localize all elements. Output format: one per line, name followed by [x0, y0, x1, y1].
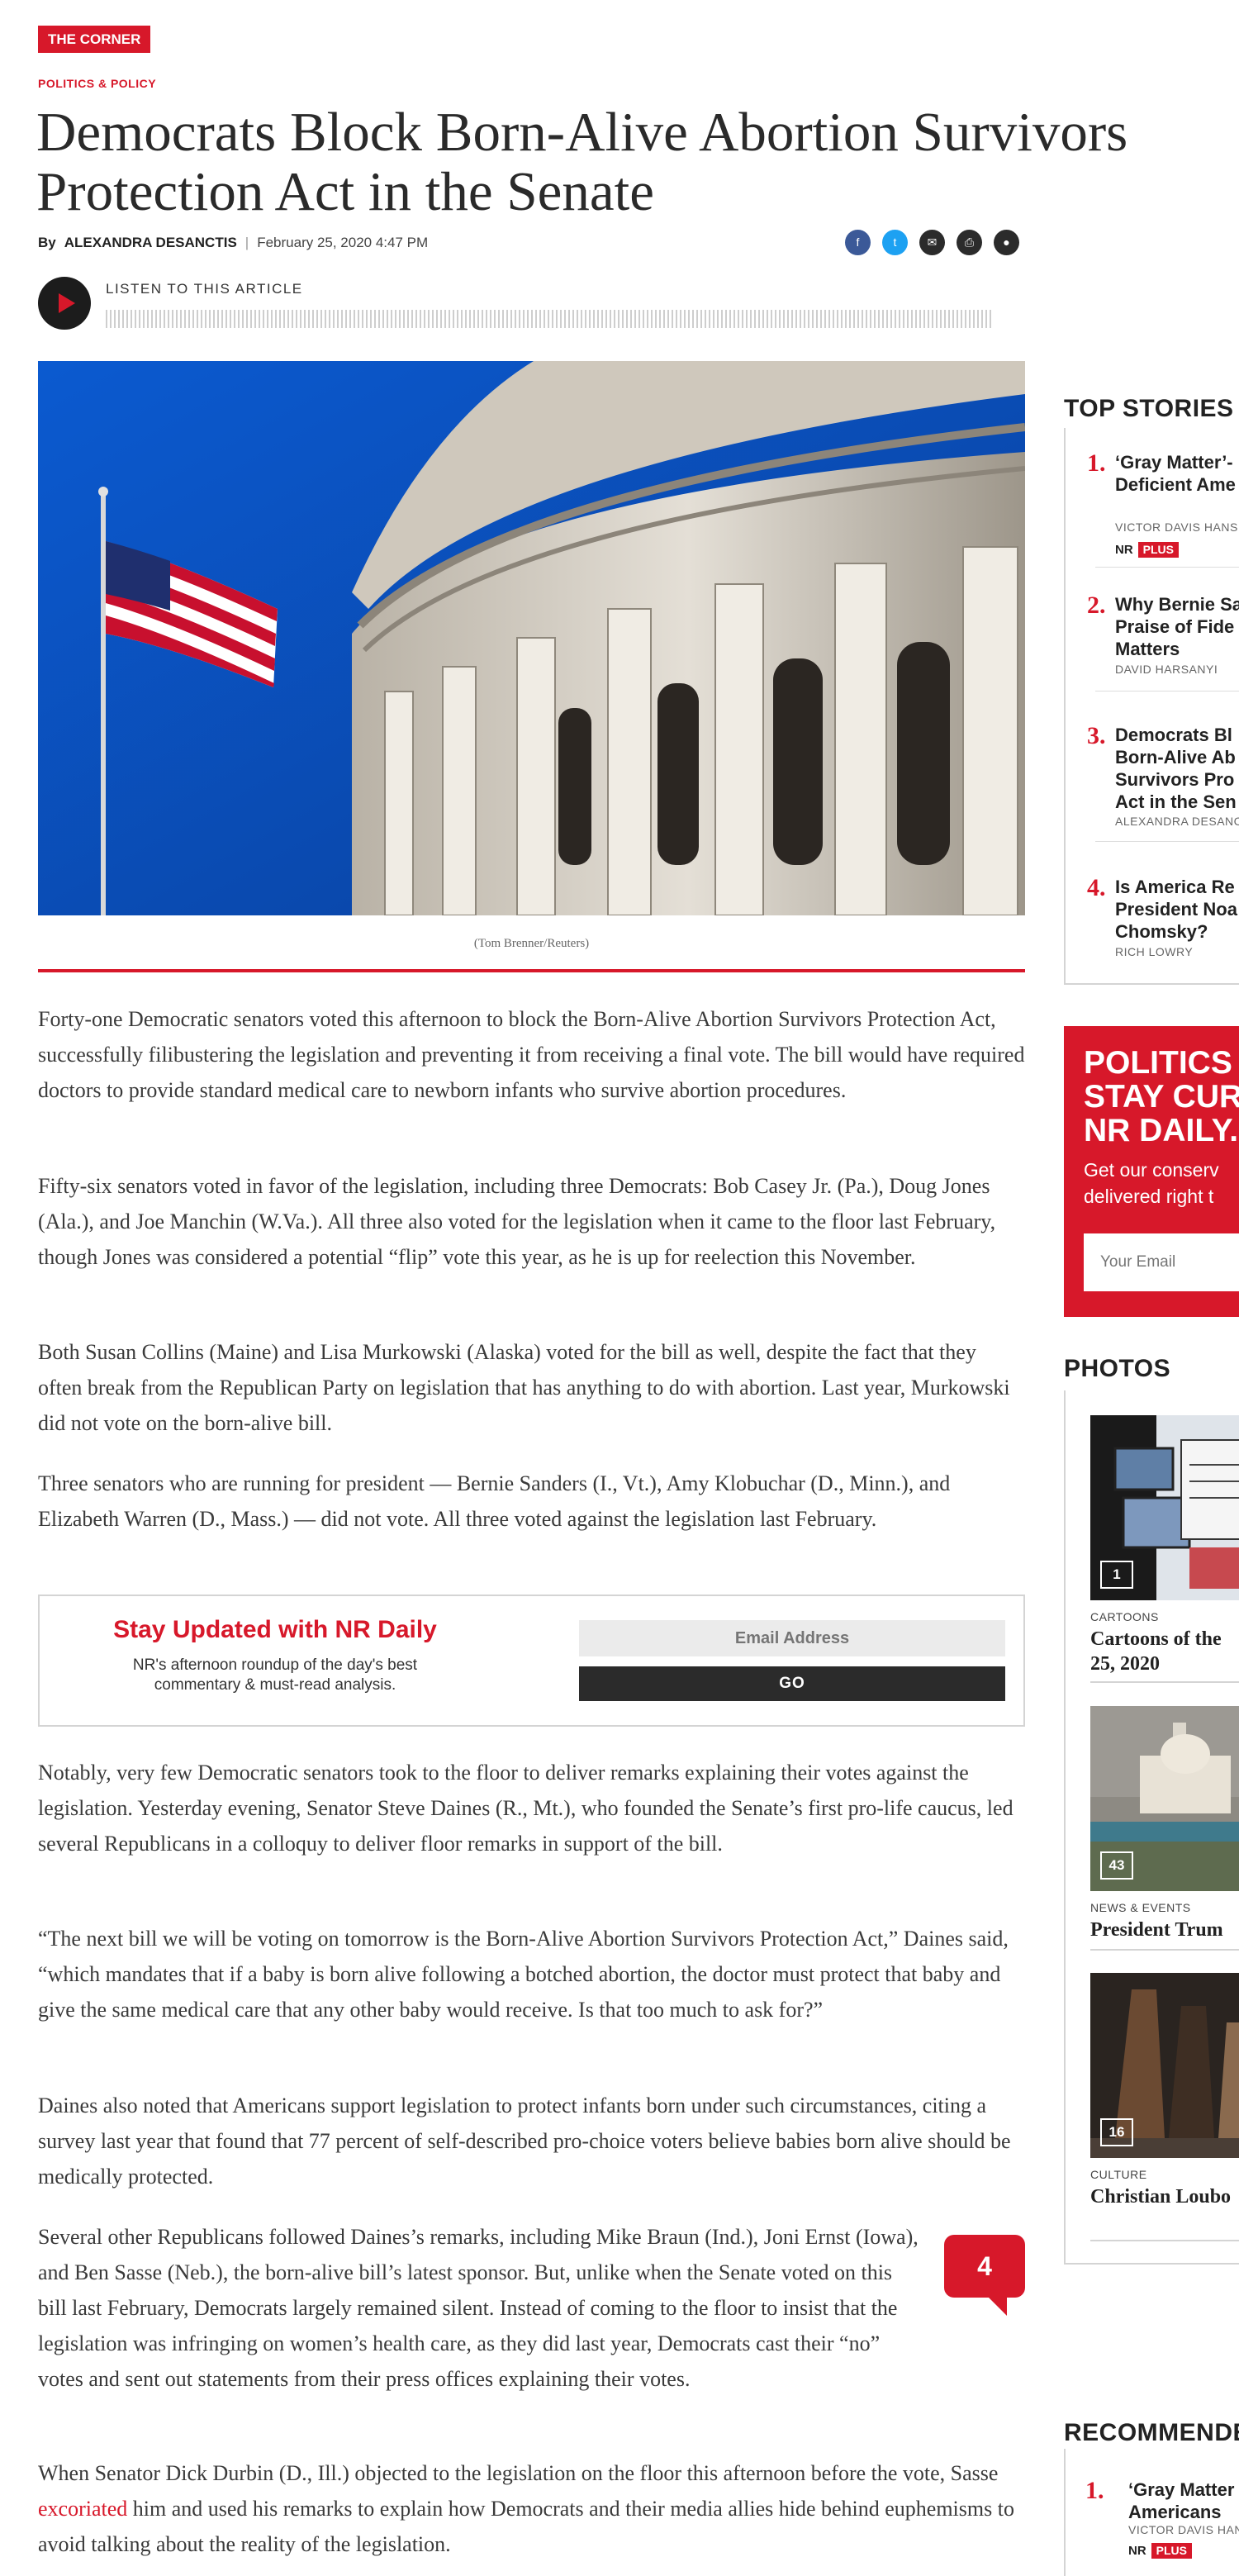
- excoriated-link[interactable]: excoriated: [38, 2497, 127, 2521]
- story-author[interactable]: ALEXANDRA DESANC: [1115, 815, 1239, 828]
- audio-waveform[interactable]: [106, 310, 994, 328]
- divider: [38, 969, 1025, 972]
- story-number: 3.: [1087, 722, 1106, 749]
- byline-by: By: [38, 235, 56, 250]
- photo-title[interactable]: President Trum: [1090, 1918, 1239, 1942]
- article-paragraph: Both Susan Collins (Maine) and Lisa Murk…: [38, 1340, 1010, 1435]
- divider: [1090, 1681, 1239, 1683]
- article-paragraph: Forty-one Democratic senators voted this…: [38, 1007, 1025, 1102]
- nr-plus-badge: NR PLUS: [1128, 2543, 1193, 2559]
- article-paragraph: Several other Republicans followed Daine…: [38, 2225, 919, 2391]
- article-paragraph: “The next bill we will be voting on tomo…: [38, 1927, 1009, 2022]
- image-caption: (Tom Brenner/Reuters): [473, 937, 590, 950]
- article-paragraph: Fifty-six senators voted in favor of the…: [38, 1174, 996, 1269]
- top-stories-list: 1. ‘Gray Matter’- Deficient Ame VICTOR D…: [1064, 428, 1239, 985]
- photo-title[interactable]: Christian Loubo: [1090, 2184, 1239, 2209]
- hero-image-capitol: [38, 361, 1025, 915]
- story-number: 2.: [1087, 592, 1106, 619]
- story-author[interactable]: VICTOR DAVIS HANS: [1115, 520, 1238, 534]
- photos-list: 1 CARTOONS Cartoons of the 25, 2020 43 N…: [1064, 1390, 1239, 2265]
- email-address-input[interactable]: [579, 1620, 1005, 1656]
- nr-plus-badge: NR PLUS: [1115, 542, 1180, 558]
- facebook-icon[interactable]: f: [845, 230, 871, 255]
- promo-title: POLITICS H STAY CURR NR DAILY.: [1084, 1045, 1239, 1148]
- article-paragraph: Notably, very few Democratic senators to…: [38, 1761, 1014, 1856]
- newsletter-signup-box: Stay Updated with NR Daily NR's afternoo…: [38, 1595, 1025, 1727]
- comment-icon[interactable]: ●: [994, 230, 1019, 255]
- listen-label: LISTEN TO THIS ARTICLE: [106, 281, 303, 297]
- story-number: 1.: [1087, 449, 1106, 477]
- story-title[interactable]: Democrats Bl Born-Alive Ab Survivors Pro…: [1115, 724, 1239, 813]
- promo-email-input[interactable]: [1084, 1233, 1239, 1291]
- article-headline: Democrats Block Born-Alive Abortion Surv…: [36, 102, 1128, 222]
- promo-subtitle: Get our conserv delivered right t: [1084, 1159, 1219, 1207]
- play-audio-button[interactable]: [38, 277, 91, 330]
- newsletter-go-button[interactable]: GO: [579, 1666, 1005, 1701]
- photo-count-badge: 43: [1100, 1851, 1133, 1880]
- story-number: 4.: [1087, 874, 1106, 901]
- photo-count-badge: 16: [1100, 2118, 1133, 2146]
- nr-daily-promo: POLITICS H STAY CURR NR DAILY. Get our c…: [1064, 1026, 1239, 1317]
- divider: [1095, 691, 1239, 692]
- top-stories-heading: TOP STORIES: [1064, 395, 1234, 422]
- photo-category[interactable]: NEWS & EVENTS: [1090, 1901, 1191, 1914]
- divider: [1095, 567, 1239, 568]
- email-icon[interactable]: ✉: [919, 230, 945, 255]
- share-bar: f t ✉ ⎙ ●: [845, 230, 1019, 255]
- photo-category[interactable]: CULTURE: [1090, 2168, 1147, 2181]
- recommended-heading: RECOMMENDE: [1064, 2419, 1239, 2446]
- nr-label: NR: [1115, 543, 1133, 557]
- recommended-list: 1. ‘Gray Matter Americans VICTOR DAVIS H…: [1064, 2449, 1239, 2576]
- paragraph-text: When Senator Dick Durbin (D., Ill.) obje…: [38, 2461, 999, 2485]
- divider: [1095, 841, 1239, 842]
- publish-date: February 25, 2020 4:47 PM: [257, 235, 429, 250]
- article-paragraph: Three senators who are running for presi…: [38, 1471, 951, 1531]
- article-paragraph: Daines also noted that Americans support…: [38, 2094, 1011, 2189]
- byline: By ALEXANDRA DESANCTIS | February 25, 20…: [38, 235, 428, 251]
- nr-label: NR: [1128, 2544, 1146, 2558]
- paragraph-text: him and used his remarks to explain how …: [38, 2497, 1014, 2556]
- corner-badge[interactable]: THE CORNER: [38, 26, 151, 53]
- article-paragraph: When Senator Dick Durbin (D., Ill.) obje…: [38, 2455, 1025, 2562]
- plus-label: PLUS: [1151, 2543, 1193, 2559]
- twitter-icon[interactable]: t: [882, 230, 908, 255]
- author-link[interactable]: ALEXANDRA DESANCTIS: [64, 235, 237, 251]
- photo-count-badge: 1: [1100, 1561, 1133, 1589]
- story-author[interactable]: RICH LOWRY: [1115, 945, 1193, 958]
- photo-title[interactable]: Cartoons of the 25, 2020: [1090, 1627, 1239, 1676]
- newsletter-title: Stay Updated with NR Daily: [113, 1616, 437, 1643]
- byline-separator: |: [244, 235, 249, 250]
- story-author[interactable]: DAVID HARSANYI: [1115, 663, 1218, 676]
- section-kicker[interactable]: POLITICS & POLICY: [38, 77, 156, 90]
- story-title[interactable]: ‘Gray Matter Americans: [1128, 2479, 1239, 2523]
- story-number: 1.: [1085, 2477, 1104, 2504]
- divider: [1090, 2240, 1239, 2241]
- photo-category[interactable]: CARTOONS: [1090, 1610, 1159, 1623]
- story-title[interactable]: ‘Gray Matter’- Deficient Ame: [1115, 451, 1239, 496]
- story-author[interactable]: VICTOR DAVIS HAN: [1128, 2523, 1239, 2536]
- photos-heading: PHOTOS: [1064, 1355, 1171, 1382]
- story-title[interactable]: Is America Re President Noa Chomsky?: [1115, 876, 1239, 943]
- story-title[interactable]: Why Bernie Sa Praise of Fide Matters: [1115, 593, 1239, 660]
- comment-count-button[interactable]: 4: [944, 2235, 1025, 2316]
- newsletter-subtitle: NR's afternoon roundup of the day's best…: [132, 1656, 418, 1694]
- divider: [1090, 1949, 1239, 1951]
- print-icon[interactable]: ⎙: [957, 230, 982, 255]
- plus-label: PLUS: [1137, 542, 1180, 558]
